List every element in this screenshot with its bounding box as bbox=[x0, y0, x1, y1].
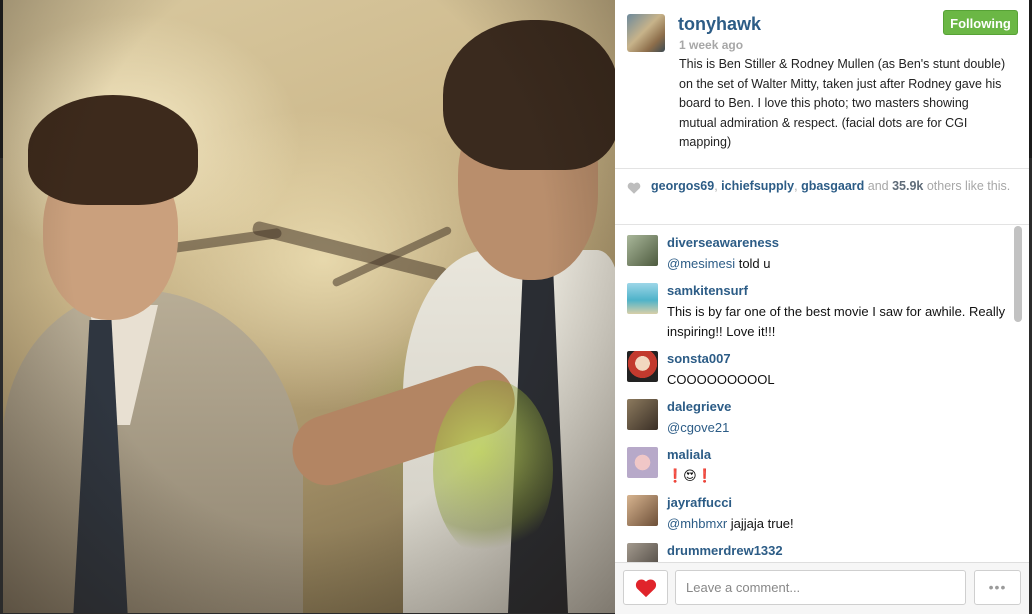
comment-text: This is by far one of the best movie I s… bbox=[667, 304, 1006, 339]
comment-item: diverseawareness @mesimesi told u bbox=[615, 225, 1015, 273]
comments-list[interactable]: diverseawareness @mesimesi told u samkit… bbox=[615, 225, 1029, 562]
likes-count[interactable]: 35.9k bbox=[892, 179, 923, 193]
comment-input[interactable] bbox=[675, 570, 966, 605]
commenter-avatar[interactable] bbox=[627, 447, 658, 478]
liker-username[interactable]: gbasgaard bbox=[801, 179, 864, 193]
comment-mention[interactable]: @mhbmxr bbox=[667, 516, 727, 531]
comment-item: sonsta007 COOOOOOOOOL bbox=[615, 341, 1015, 389]
commenter-avatar[interactable] bbox=[627, 399, 658, 430]
heart-outline-icon bbox=[627, 182, 641, 194]
post-header: tonyhawk 1 week ago Following This is Be… bbox=[615, 0, 1029, 169]
commenter-username[interactable]: dalegrieve bbox=[667, 399, 731, 414]
comment-item: drummerdrew1332 bbox=[615, 533, 1015, 562]
comment-mention[interactable]: @mesimesi bbox=[667, 256, 735, 271]
commenter-username[interactable]: sonsta007 bbox=[667, 351, 731, 366]
comment-item: jayraffucci @mhbmxr jajjaja true! bbox=[615, 485, 1015, 533]
heart-icon bbox=[635, 579, 657, 598]
post-timestamp[interactable]: 1 week ago bbox=[679, 38, 743, 52]
comment-text: ❗😍❗ bbox=[667, 468, 713, 483]
comment-item: dalegrieve @cgove21 bbox=[615, 389, 1015, 437]
comment-text: @cgove21 bbox=[667, 418, 1007, 438]
comment-item: maliala ❗😍❗ bbox=[615, 437, 1015, 485]
post-photo[interactable] bbox=[3, 0, 615, 613]
comment-item: samkitensurf This is by far one of the b… bbox=[615, 273, 1015, 341]
comment-text: COOOOOOOOOL bbox=[667, 372, 775, 387]
comments-scrollbar[interactable] bbox=[1014, 226, 1022, 561]
comment-text: @mhbmxr jajjaja true! bbox=[667, 516, 794, 531]
comment-mention[interactable]: @cgove21 bbox=[667, 420, 729, 435]
ellipsis-icon: ••• bbox=[988, 579, 1007, 595]
owner-avatar[interactable] bbox=[627, 14, 665, 52]
post-caption: This is Ben Stiller & Rodney Mullen (as … bbox=[679, 57, 1006, 149]
photo-vignette bbox=[3, 0, 615, 613]
liker-username[interactable]: ichiefsupply bbox=[721, 179, 794, 193]
commenter-avatar[interactable] bbox=[627, 495, 658, 526]
commenter-username[interactable]: diverseawareness bbox=[667, 235, 779, 250]
liker-username[interactable]: georgos69 bbox=[651, 179, 714, 193]
more-options-button[interactable]: ••• bbox=[974, 570, 1021, 605]
like-button[interactable] bbox=[623, 570, 668, 605]
likes-section: georgos69, ichiefsupply, gbasgaard and 3… bbox=[615, 168, 1029, 225]
commenter-username[interactable]: samkitensurf bbox=[667, 283, 748, 298]
commenter-avatar[interactable] bbox=[627, 543, 658, 562]
commenter-username[interactable]: maliala bbox=[667, 447, 711, 462]
commenter-avatar[interactable] bbox=[627, 283, 658, 314]
commenter-avatar[interactable] bbox=[627, 235, 658, 266]
post-side-panel: tonyhawk 1 week ago Following This is Be… bbox=[615, 0, 1029, 614]
comment-text: @mesimesi told u bbox=[667, 256, 771, 271]
commenter-username[interactable]: drummerdrew1332 bbox=[667, 543, 783, 558]
comment-footer: ••• bbox=[615, 562, 1029, 614]
owner-username[interactable]: tonyhawk bbox=[678, 14, 761, 35]
following-button[interactable]: Following bbox=[943, 10, 1018, 35]
likes-summary: georgos69, ichiefsupply, gbasgaard and 3… bbox=[651, 179, 1011, 193]
commenter-username[interactable]: jayraffucci bbox=[667, 495, 732, 510]
commenter-avatar[interactable] bbox=[627, 351, 658, 382]
scrollbar-thumb[interactable] bbox=[1014, 226, 1022, 322]
